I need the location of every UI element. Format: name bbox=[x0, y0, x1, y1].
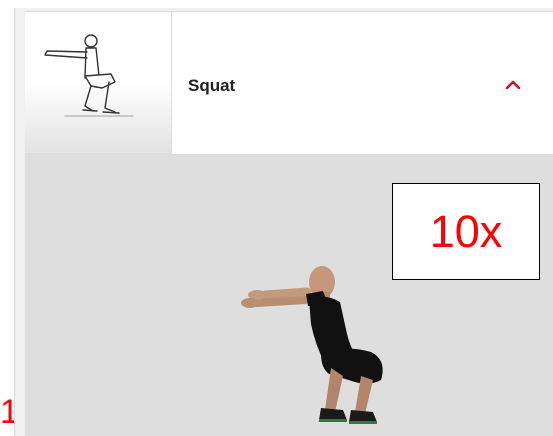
exercise-title: Squat bbox=[188, 76, 236, 95]
reps-count: 10x bbox=[429, 205, 503, 257]
exercise-card: Squat 10x bbox=[14, 8, 553, 436]
exercise-thumbnail bbox=[25, 12, 172, 154]
exercise-video[interactable]: 10x bbox=[25, 154, 553, 436]
chevron-up-icon[interactable] bbox=[502, 74, 524, 96]
exercise-header[interactable]: Squat bbox=[25, 11, 553, 154]
squat-sketch-illustration bbox=[25, 34, 171, 153]
reps-badge: 10x bbox=[392, 183, 540, 280]
